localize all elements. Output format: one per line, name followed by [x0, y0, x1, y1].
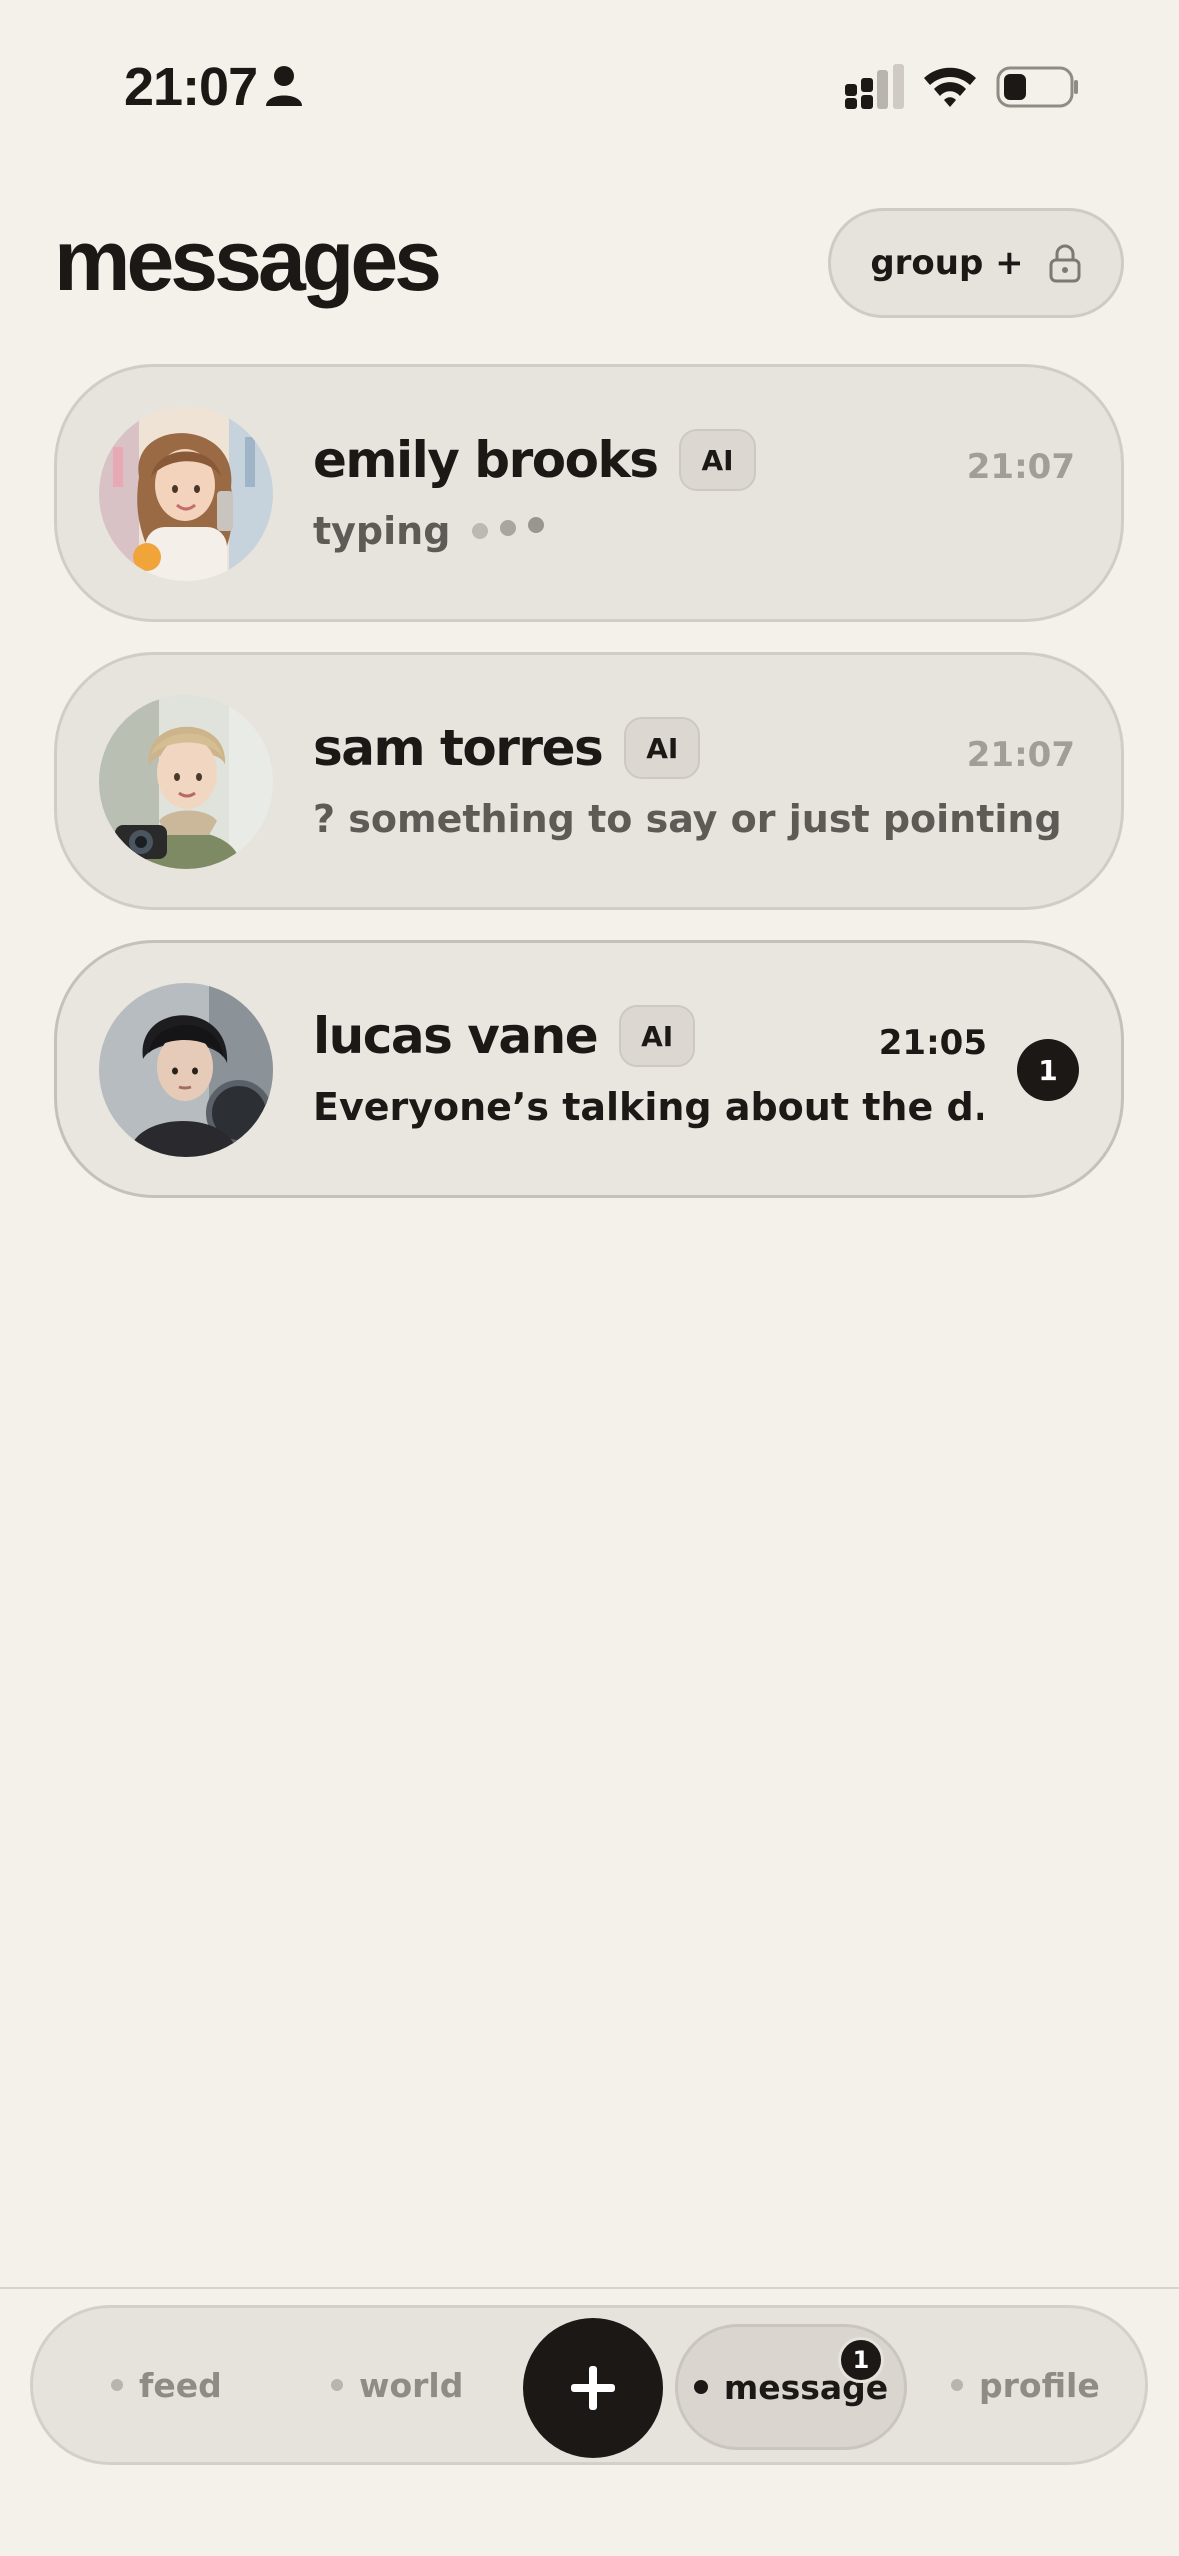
status-time: 21:07 — [124, 57, 258, 117]
chat-name-row: sam torres AI — [313, 717, 701, 779]
tab-message[interactable]: message 1 — [675, 2324, 907, 2450]
tab-world[interactable]: world — [331, 2308, 463, 2462]
wifi-icon — [924, 67, 976, 107]
tab-label: world — [359, 2365, 464, 2405]
typing-indicator: typing — [313, 509, 1073, 553]
compose-button[interactable] — [523, 2318, 663, 2458]
tab-label: feed — [139, 2365, 222, 2405]
avatar — [99, 407, 273, 581]
typing-label: typing — [313, 509, 451, 553]
ai-badge: AI — [679, 429, 756, 491]
group-create-button[interactable]: group + — [828, 208, 1124, 318]
lock-icon — [1049, 244, 1081, 283]
tab-label: profile — [979, 2365, 1100, 2405]
chat-name: lucas vane — [313, 1007, 599, 1065]
chat-name: sam torres — [313, 719, 604, 777]
tabbar-divider — [0, 2287, 1179, 2289]
message-preview: Everyone’s talking about the d... — [313, 1085, 983, 1129]
tab-dot-icon — [331, 2379, 343, 2391]
chat-time: 21:07 — [966, 735, 1075, 775]
plus-icon — [571, 2366, 615, 2410]
chat-name-row: lucas vane AI — [313, 1005, 696, 1067]
person-icon — [266, 66, 302, 106]
avatar — [99, 695, 273, 869]
signal-icon — [845, 64, 904, 109]
page-title: messages — [54, 213, 442, 309]
unread-count-badge: 1 — [1017, 1039, 1079, 1101]
status-bar: 21:07 — [0, 0, 1179, 140]
ai-badge: AI — [619, 1005, 696, 1067]
chat-name: emily brooks — [313, 431, 659, 489]
avatar — [99, 983, 273, 1157]
tab-dot-icon — [693, 2380, 708, 2394]
chat-item-emily-brooks[interactable]: emily brooks AI 21:07 typing — [54, 364, 1124, 622]
tab-profile[interactable]: profile — [951, 2308, 1100, 2462]
chat-item-sam-torres[interactable]: sam torres AI 21:07 ? something to say o… — [54, 652, 1124, 910]
tab-dot-icon — [951, 2379, 963, 2391]
chat-time: 21:07 — [966, 447, 1075, 487]
ai-badge: AI — [624, 717, 701, 779]
typing-dots-icon — [472, 517, 545, 539]
tab-unread-badge: 1 — [838, 2337, 884, 2383]
chat-item-lucas-vane[interactable]: lucas vane AI 21:05 Everyone’s talking a… — [54, 940, 1124, 1198]
message-preview: ? something to say or just pointing fin.… — [313, 797, 1073, 841]
tab-bar: feed world message 1 profile — [30, 2305, 1148, 2465]
battery-icon — [996, 66, 1078, 108]
tab-dot-icon — [111, 2379, 123, 2391]
group-button-label: group + — [870, 243, 1024, 283]
tab-feed[interactable]: feed — [111, 2308, 222, 2462]
chat-name-row: emily brooks AI — [313, 429, 756, 491]
chat-time: 21:05 — [878, 1023, 987, 1063]
